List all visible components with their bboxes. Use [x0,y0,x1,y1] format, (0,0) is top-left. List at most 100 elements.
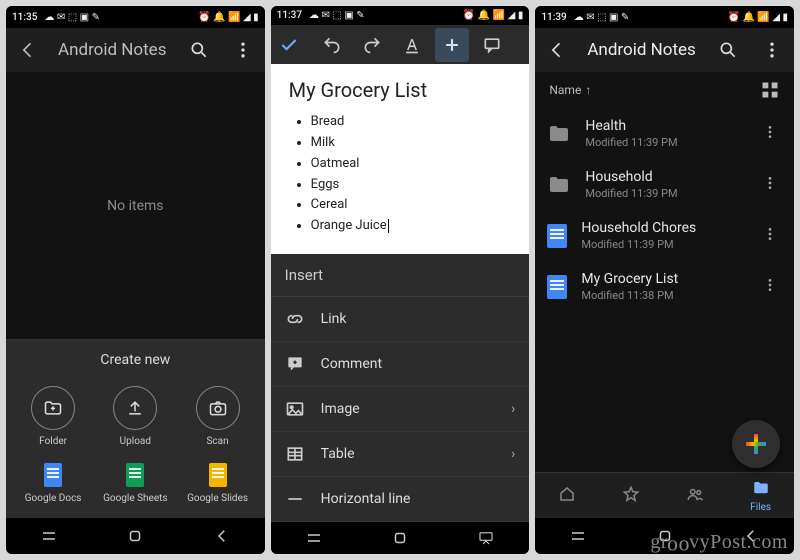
sheet-item-google-slides[interactable]: Google Slides [178,457,256,510]
fab-new[interactable] [732,420,780,468]
folder-icon [547,122,571,146]
recents-icon[interactable] [568,526,588,546]
file-overflow-icon[interactable] [758,226,782,246]
back-nav-icon[interactable] [212,526,232,546]
sheet-item-scan[interactable]: Scan [178,380,256,453]
file-subtitle: Modified 11:38 PM [581,289,744,302]
file-overflow-icon[interactable] [758,277,782,297]
search-icon[interactable] [185,36,213,64]
app-title: Android Notes [587,40,698,60]
upload-icon [113,386,157,430]
doc-list-item[interactable]: Orange Juice [311,216,512,237]
tab-starred[interactable] [622,485,640,506]
file-overflow-icon[interactable] [758,124,782,144]
insert-comment[interactable]: Comment [271,342,530,387]
file-name: Health [585,118,744,134]
insert-row-label: Comment [321,356,382,372]
status-right-icons: ⏰ 🔔 📶 ◢ ▮ [463,10,523,21]
redo-icon[interactable] [355,28,389,62]
view-grid-icon[interactable] [760,80,780,100]
done-icon[interactable] [279,31,299,59]
status-bar: 11:35 ☁ ✉ ⬚ ▣ ✎ ⏰ 🔔 📶 ◢ ▮ [6,6,265,28]
file-subtitle: Modified 11:39 PM [585,187,744,200]
recents-icon[interactable] [39,526,59,546]
phone-drive-empty: 11:35 ☁ ✉ ⬚ ▣ ✎ ⏰ 🔔 📶 ◢ ▮ Android Notes … [6,6,265,554]
file-overflow-icon[interactable] [758,175,782,195]
status-right-icons: ⏰ 🔔 📶 ◢ ▮ [728,12,788,23]
tab-home[interactable] [558,485,576,506]
home-icon[interactable] [390,528,410,548]
insert-image[interactable]: Image› [271,387,530,432]
doc-list-item[interactable]: Milk [311,133,512,154]
sort-row[interactable]: Name ↑ [535,72,794,108]
sheet-item-google-docs[interactable]: Google Docs [14,457,92,510]
overflow-icon[interactable] [515,28,530,62]
back-icon[interactable] [14,36,42,64]
overflow-icon[interactable] [229,36,257,64]
sheet-item-label: Google Docs [25,493,82,504]
insert-table[interactable]: Table› [271,432,530,477]
status-clock: 11:37 [277,10,302,21]
status-tray-icons: ☁ ✉ ⬚ ▣ ✎ [309,10,365,21]
status-tray-icons: ☁ ✉ ⬚ ▣ ✎ [574,12,630,23]
sheet-item-label: Folder [39,436,67,447]
file-row[interactable]: Household Modified 11:39 PM [535,159,794,210]
sheet-item-label: Google Slides [187,493,248,504]
plus-multicolor-icon [746,434,766,454]
file-name: My Grocery List [581,271,744,287]
insert-horizontal-line[interactable]: Horizontal line [271,477,530,522]
empty-state-text: No items [6,72,265,339]
file-subtitle: Modified 11:39 PM [585,136,744,149]
search-icon[interactable] [714,36,742,64]
insert-header: Insert [271,254,530,297]
insert-row-label: Table [321,446,355,462]
file-name: Household [585,169,744,185]
docs-icon [547,275,567,299]
status-clock: 11:39 [541,12,566,23]
comment-mode-icon[interactable] [475,28,509,62]
status-bar: 11:37 ☁ ✉ ⬚ ▣ ✎ ⏰ 🔔 📶 ◢ ▮ [271,6,530,25]
insert-icon[interactable] [435,28,469,62]
overflow-icon[interactable] [758,36,786,64]
people-icon [686,485,704,506]
doc-list-item[interactable]: Eggs [311,175,512,196]
doc-list-item[interactable]: Bread [311,112,512,133]
doc-list-item[interactable]: Oatmeal [311,154,512,175]
status-clock: 11:35 [12,12,37,23]
keyboard-hide-icon[interactable] [476,528,496,548]
table-icon [285,444,305,464]
sheet-item-google-sheets[interactable]: Google Sheets [96,457,174,510]
text-format-icon[interactable] [395,28,429,62]
status-right-icons: ⏰ 🔔 📶 ◢ ▮ [198,12,258,23]
back-icon[interactable] [543,36,571,64]
app-title: Android Notes [58,40,169,60]
document-canvas[interactable]: My Grocery List BreadMilkOatmealEggsCere… [271,64,530,254]
watermark: groovyPost.com [650,531,788,554]
editor-toolbar [271,25,530,64]
home-icon[interactable] [125,526,145,546]
camera-icon [196,386,240,430]
file-row[interactable]: Household ChoresModified 11:39 PM [535,210,794,261]
sheet-title: Create new [6,340,265,380]
file-row[interactable]: My Grocery List Modified 11:38 PM [535,261,794,312]
undo-icon[interactable] [315,28,349,62]
insert-link[interactable]: Link [271,297,530,342]
system-nav-bar [271,522,530,554]
doc-list-item[interactable]: Cereal [311,195,512,216]
doc-bullet-list[interactable]: BreadMilkOatmealEggsCerealOrange Juice [289,112,512,237]
file-row[interactable]: Health Modified 11:39 PM [535,108,794,159]
sheet-item-label: Upload [120,436,151,447]
link-icon [285,309,305,329]
sheets-icon [126,463,144,487]
home-icon [558,485,576,506]
sheet-item-upload[interactable]: Upload [96,380,174,453]
text-cursor [388,219,389,233]
status-bar: 11:39 ☁ ✉ ⬚ ▣ ✎ ⏰ 🔔 📶 ◢ ▮ [535,6,794,28]
tab-shared[interactable] [686,485,704,506]
sheet-item-label: Scan [206,436,228,447]
tab-files[interactable]: Files [750,479,771,513]
recents-icon[interactable] [304,528,324,548]
docs-icon [44,463,62,487]
sheet-item-folder[interactable]: Folder [14,380,92,453]
doc-title[interactable]: My Grocery List [289,78,512,102]
